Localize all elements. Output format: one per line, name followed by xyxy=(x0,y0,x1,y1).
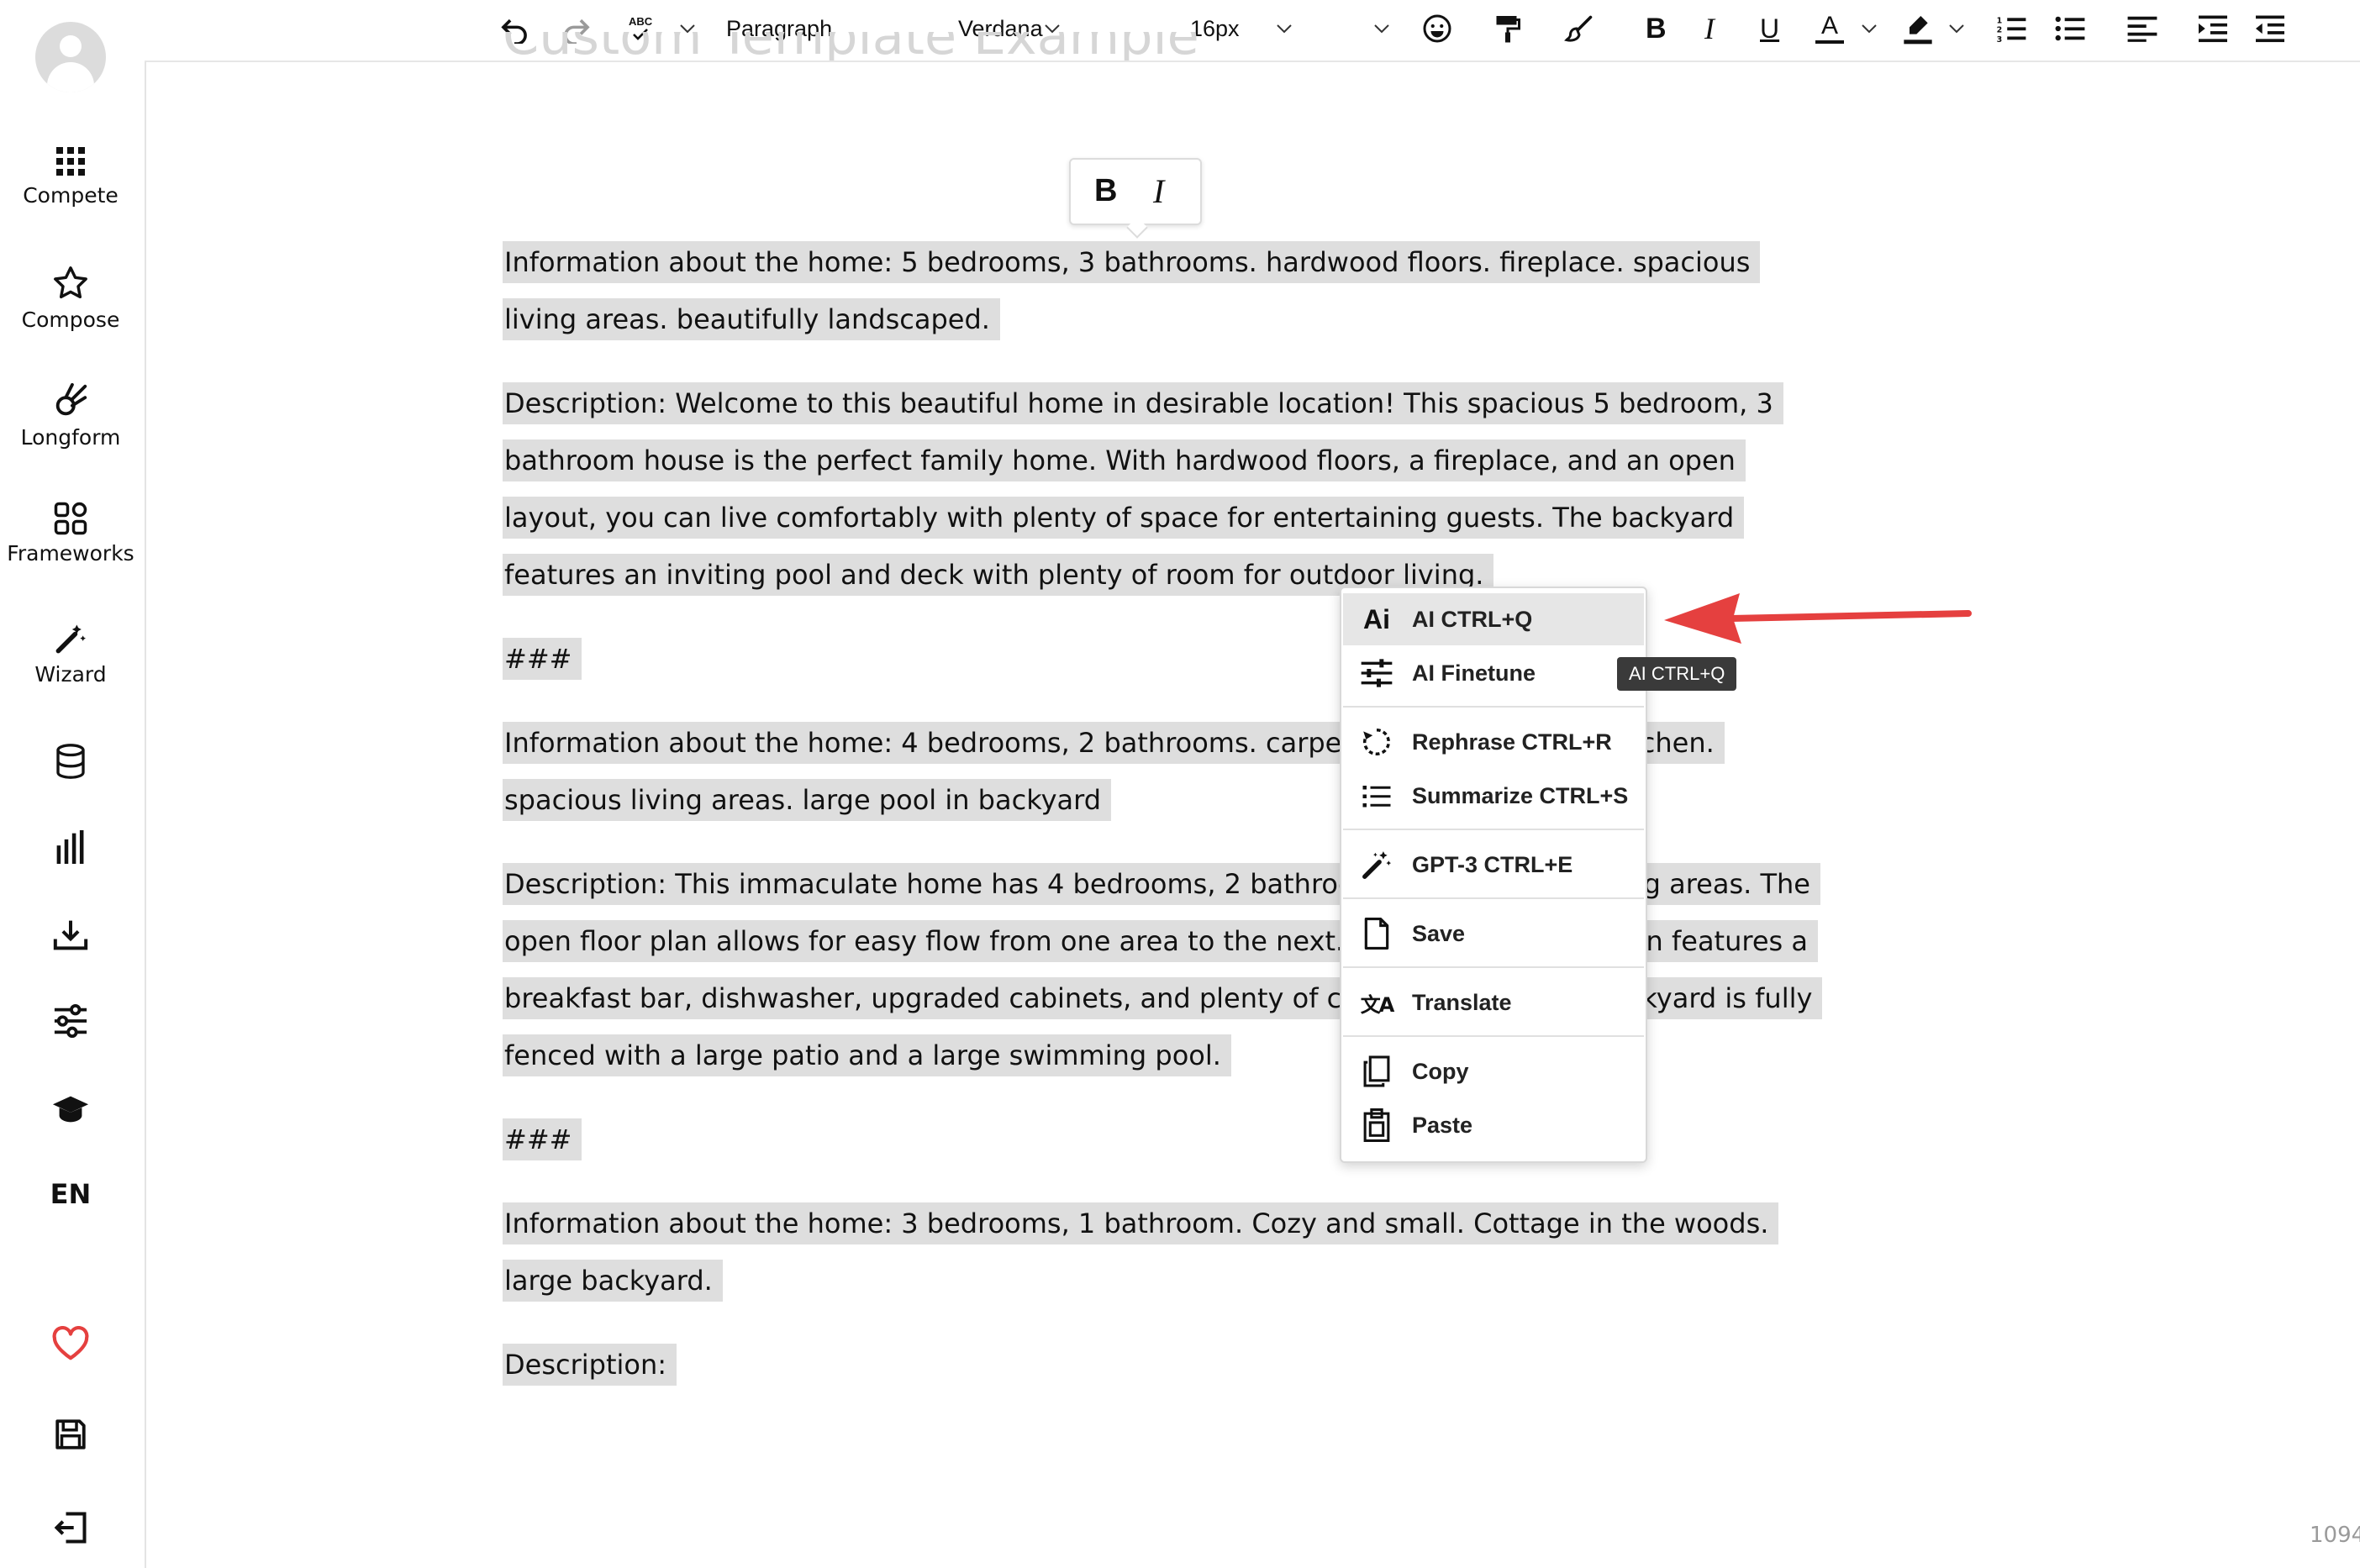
database-icon xyxy=(56,744,85,779)
menu-item-save[interactable]: Save xyxy=(1343,908,1644,960)
logout-icon xyxy=(54,1512,87,1544)
menu-item-rephrase[interactable]: Rephrase CTRL+R xyxy=(1343,716,1644,768)
svg-text:1: 1 xyxy=(1997,17,2003,26)
sidebar-item-favorites[interactable] xyxy=(0,1326,141,1361)
selection-bubble-toolbar: B I xyxy=(1069,158,1202,239)
bold-button[interactable]: B xyxy=(1646,10,1667,47)
sidebar-item-compete[interactable]: Compete xyxy=(0,145,141,208)
sidebar-item-label: Compete xyxy=(23,183,119,208)
bubble-bold-button[interactable]: B xyxy=(1094,173,1117,209)
outdent-icon xyxy=(2256,15,2284,43)
emoji-icon xyxy=(1423,14,1451,43)
file-icon xyxy=(1360,918,1393,950)
paragraph[interactable]: Description: Welcome to this beautiful h… xyxy=(503,375,1831,603)
heart-icon xyxy=(52,1326,89,1360)
floppy-disk-icon xyxy=(55,1419,86,1450)
indent-button[interactable] xyxy=(2197,10,2229,47)
align-left-icon xyxy=(2127,16,2157,42)
bubble-italic-button[interactable]: I xyxy=(1153,171,1164,211)
menu-item-paste[interactable]: Paste xyxy=(1343,1099,1644,1151)
svg-text:3: 3 xyxy=(1997,35,2003,44)
menu-item-gpt3[interactable]: GPT-3 CTRL+E xyxy=(1343,839,1644,891)
sidebar-item-save[interactable] xyxy=(0,1417,141,1452)
magic-wand-icon xyxy=(1360,849,1393,881)
paragraph[interactable]: Description: xyxy=(503,1336,1831,1393)
language-selector[interactable]: EN xyxy=(0,1178,141,1210)
bullet-list-icon xyxy=(2055,16,2085,41)
sidebar-item-wizard[interactable]: Wizard xyxy=(0,620,141,687)
page-number: 1094 xyxy=(2310,1523,2360,1548)
menu-item-ai-finetune[interactable]: AI Finetune xyxy=(1343,647,1644,699)
align-left-button[interactable] xyxy=(2126,10,2158,47)
chevron-down-icon xyxy=(1374,24,1389,34)
text-color-icon: A xyxy=(1815,13,1844,44)
avatar[interactable] xyxy=(35,22,106,92)
font-size-select[interactable]: 16px xyxy=(1190,10,1392,47)
emoji-button[interactable] xyxy=(1422,10,1452,47)
sidebar-item-compose[interactable]: Compose xyxy=(0,264,141,332)
bullet-list-button[interactable] xyxy=(2054,10,2086,47)
paste-icon xyxy=(1360,1108,1393,1142)
magic-wand-icon xyxy=(55,624,86,654)
sidebar-item-download[interactable] xyxy=(0,918,141,951)
sliders-icon xyxy=(1360,659,1393,687)
sidebar-item-learn[interactable] xyxy=(0,1094,141,1124)
tooltip: AI CTRL+Q xyxy=(1617,657,1737,691)
sidebar-item-settings[interactable] xyxy=(0,1003,141,1039)
rotate-icon xyxy=(1360,726,1393,758)
clear-format-button[interactable] xyxy=(1563,10,1595,47)
svg-text:2: 2 xyxy=(1997,26,2003,35)
text-color-button[interactable]: A xyxy=(1815,10,1844,47)
ai-icon: Ai xyxy=(1363,603,1390,634)
sidebar-item-frameworks[interactable]: Frameworks xyxy=(0,501,141,566)
download-icon xyxy=(53,920,88,950)
brush-icon xyxy=(1564,15,1593,42)
paragraph[interactable]: Information about the home: 5 bedrooms, … xyxy=(503,234,1831,348)
numbered-list-button[interactable]: 123 xyxy=(1995,10,2027,47)
numbered-list-icon: 123 xyxy=(1997,17,2026,44)
sidebar-item-label: Frameworks xyxy=(7,541,134,566)
chevron-down-icon xyxy=(1862,24,1877,34)
sidebar-item-analytics[interactable] xyxy=(0,830,141,864)
context-menu: Ai AI CTRL+Q AI Finetune Rephrase CTRL+R… xyxy=(1340,587,1647,1163)
sidebar-item-label: Wizard xyxy=(34,662,107,687)
sidebar: Compete Compose Longform Frameworks Wiza… xyxy=(0,0,146,1568)
italic-button[interactable]: I xyxy=(1704,10,1715,47)
bar-chart-icon xyxy=(56,830,84,864)
outdent-button[interactable] xyxy=(2254,10,2286,47)
sidebar-item-label: Longform xyxy=(20,425,121,450)
grid-icon xyxy=(56,147,85,176)
editor-toolbar: ABC Paragraph Verdana 16px B I U A 1 2 3 xyxy=(145,0,2360,62)
graduation-cap-icon xyxy=(52,1096,89,1123)
sidebar-item-longform[interactable]: Longform xyxy=(0,381,141,450)
highlight-color-button[interactable] xyxy=(1901,10,1935,47)
highlight-color-dropdown[interactable] xyxy=(1946,10,1967,47)
sliders-icon xyxy=(54,1003,87,1039)
document-title: Custom Template Example xyxy=(503,32,1199,61)
sidebar-item-database[interactable] xyxy=(0,743,141,780)
menu-item-ai[interactable]: Ai AI CTRL+Q xyxy=(1343,593,1644,645)
sidebar-item-logout[interactable] xyxy=(0,1509,141,1546)
text-color-dropdown[interactable] xyxy=(1859,10,1879,47)
menu-item-translate[interactable]: 文A Translate xyxy=(1343,976,1644,1029)
chevron-down-icon xyxy=(1949,24,1964,34)
copy-icon xyxy=(1360,1055,1393,1087)
frameworks-icon xyxy=(54,502,87,535)
menu-item-summarize[interactable]: Summarize CTRL+S xyxy=(1343,770,1644,822)
indent-icon xyxy=(2199,15,2227,43)
sidebar-item-label: Compose xyxy=(21,308,120,332)
translate-icon: 文A xyxy=(1360,992,1395,1017)
list-icon xyxy=(1360,783,1393,808)
paragraph[interactable]: Information about the home: 3 bedrooms, … xyxy=(503,1195,1831,1309)
format-painter-button[interactable] xyxy=(1493,10,1523,47)
highlighter-icon xyxy=(1904,16,1932,45)
menu-item-copy[interactable]: Copy xyxy=(1343,1045,1644,1097)
star-icon xyxy=(54,266,87,299)
annotation-arrow-icon xyxy=(1664,593,1972,644)
underline-button[interactable]: U xyxy=(1760,10,1779,47)
comet-icon xyxy=(55,382,87,416)
paint-roller-icon xyxy=(1496,16,1520,43)
